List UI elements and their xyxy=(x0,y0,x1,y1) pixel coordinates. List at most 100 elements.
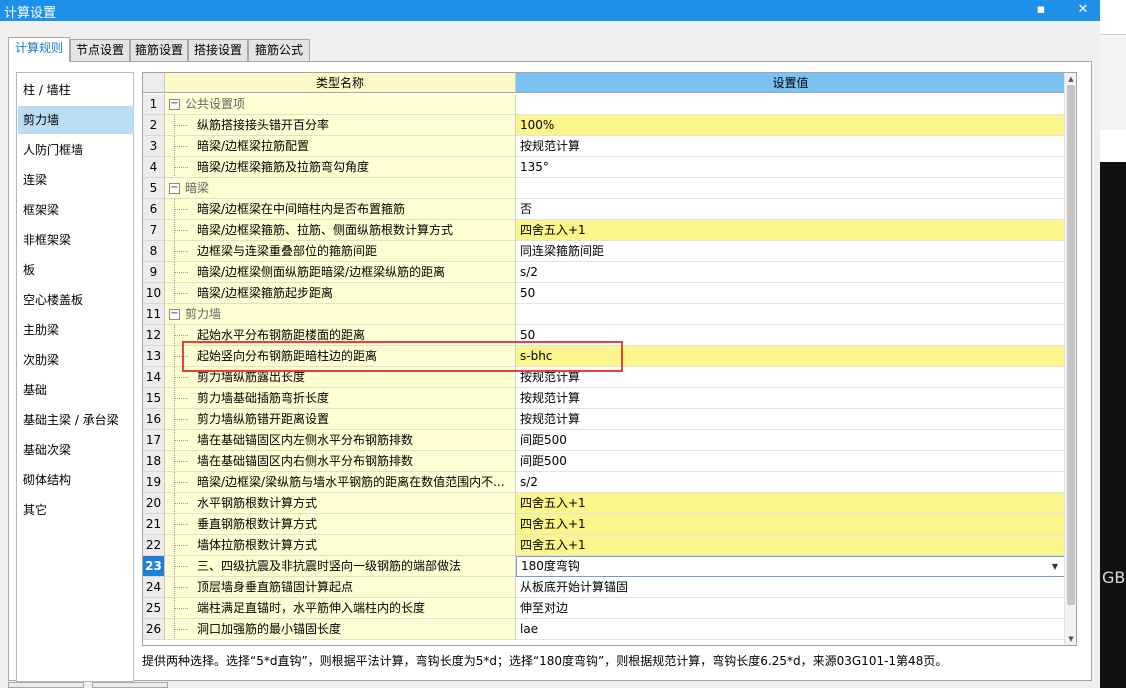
row-number[interactable]: 23 xyxy=(143,556,165,577)
table-row[interactable]: 16 剪力墙纵筋错开距离设置 按规范计算 xyxy=(143,409,1065,430)
category-item[interactable]: 基础 xyxy=(18,376,134,404)
row-number[interactable]: 8 xyxy=(143,241,165,262)
collapse-icon[interactable]: − xyxy=(169,99,180,110)
setting-value-dropdown[interactable]: 180度弯钩 ▼ xyxy=(516,556,1065,577)
table-row[interactable]: 3 暗梁/边框梁拉筋配置 按规范计算 xyxy=(143,136,1065,157)
row-type-name-cell[interactable]: 墙在基础锚固区内左侧水平分布钢筋排数 xyxy=(165,430,516,451)
table-row[interactable]: 17 墙在基础锚固区内左侧水平分布钢筋排数 间距500 xyxy=(143,430,1065,451)
row-number[interactable]: 10 xyxy=(143,283,165,304)
table-row[interactable]: 21 垂直钢筋根数计算方式 四舍五入+1 xyxy=(143,514,1065,535)
table-row[interactable]: 22 墙体拉筋根数计算方式 四舍五入+1 xyxy=(143,535,1065,556)
table-row[interactable]: 19 暗梁/边框梁/梁纵筋与墙水平钢筋的距离在数值范围内不... s/2 xyxy=(143,472,1065,493)
row-type-name-cell[interactable]: − 公共设置项 xyxy=(165,94,516,115)
setting-value-cell[interactable]: 伸至对边 xyxy=(516,598,1065,619)
row-type-name-cell[interactable]: 墙体拉筋根数计算方式 xyxy=(165,535,516,556)
table-row[interactable]: 25 端柱满足直锚时，水平筋伸入端柱内的长度 伸至对边 xyxy=(143,598,1065,619)
row-type-name-cell[interactable]: 剪力墙基础插筋弯折长度 xyxy=(165,388,516,409)
row-number[interactable]: 11 xyxy=(143,304,165,325)
table-row[interactable]: 15 剪力墙基础插筋弯折长度 按规范计算 xyxy=(143,388,1065,409)
row-number[interactable]: 20 xyxy=(143,493,165,514)
setting-value-cell[interactable]: 从板底开始计算锚固 xyxy=(516,577,1065,598)
row-number[interactable]: 15 xyxy=(143,388,165,409)
collapse-icon[interactable]: − xyxy=(169,183,180,194)
row-type-name-cell[interactable]: 剪力墙纵筋错开距离设置 xyxy=(165,409,516,430)
bottom-button[interactable] xyxy=(8,682,84,688)
row-number[interactable]: 16 xyxy=(143,409,165,430)
setting-value-cell[interactable]: 否 xyxy=(516,199,1065,220)
close-icon[interactable]: ✕ xyxy=(1072,0,1094,21)
row-number[interactable]: 21 xyxy=(143,514,165,535)
row-number[interactable]: 9 xyxy=(143,262,165,283)
row-number[interactable]: 26 xyxy=(143,619,165,640)
category-item[interactable]: 柱 / 墙柱 xyxy=(18,76,134,104)
row-number[interactable]: 6 xyxy=(143,199,165,220)
row-type-name-cell[interactable]: 暗梁/边框梁侧面纵筋距暗梁/边框梁纵筋的距离 xyxy=(165,262,516,283)
setting-value-cell[interactable]: s/2 xyxy=(516,262,1065,283)
table-row[interactable]: 20 水平钢筋根数计算方式 四舍五入+1 xyxy=(143,493,1065,514)
collapse-icon[interactable]: − xyxy=(169,309,180,320)
table-row[interactable]: 18 墙在基础锚固区内右侧水平分布钢筋排数 间距500 xyxy=(143,451,1065,472)
category-item[interactable]: 空心楼盖板 xyxy=(18,286,134,314)
setting-value-cell[interactable]: lae xyxy=(516,619,1065,640)
vertical-scrollbar[interactable]: ▲ ▼ xyxy=(1064,73,1076,645)
row-type-name-cell[interactable]: 水平钢筋根数计算方式 xyxy=(165,493,516,514)
category-item[interactable]: 基础次梁 xyxy=(18,436,134,464)
tab-stirrup-settings[interactable]: 箍筋设置 xyxy=(130,39,188,61)
setting-value-cell[interactable]: 按规范计算 xyxy=(516,136,1065,157)
row-type-name-cell[interactable]: − 剪力墙 xyxy=(165,304,516,325)
row-type-name-cell[interactable]: 暗梁/边框梁/梁纵筋与墙水平钢筋的距离在数值范围内不... xyxy=(165,472,516,493)
row-number[interactable]: 25 xyxy=(143,598,165,619)
row-type-name-cell[interactable]: 边框梁与连梁重叠部位的箍筋间距 xyxy=(165,241,516,262)
setting-value-cell[interactable]: 按规范计算 xyxy=(516,409,1065,430)
tab-stirrup-formula[interactable]: 箍筋公式 xyxy=(248,39,310,61)
scroll-up-icon[interactable]: ▲ xyxy=(1065,73,1077,85)
table-row[interactable]: 26 洞口加强筋的最小锚固长度 lae xyxy=(143,619,1065,640)
row-type-name-cell[interactable]: 三、四级抗震及非抗震时竖向一级钢筋的端部做法 xyxy=(165,556,516,577)
row-number[interactable]: 24 xyxy=(143,577,165,598)
tab-calc-rules[interactable]: 计算规则 xyxy=(8,37,70,62)
scroll-thumb[interactable] xyxy=(1067,85,1075,605)
table-row[interactable]: 2 纵筋搭接接头错开百分率 100% xyxy=(143,115,1065,136)
table-row[interactable]: 8 边框梁与连梁重叠部位的箍筋间距 同连梁箍筋间距 xyxy=(143,241,1065,262)
table-row[interactable]: 7 暗梁/边框梁箍筋、拉筋、侧面纵筋根数计算方式 四舍五入+1 xyxy=(143,220,1065,241)
row-type-name-cell[interactable]: 端柱满足直锚时，水平筋伸入端柱内的长度 xyxy=(165,598,516,619)
table-row[interactable]: 10 暗梁/边框梁箍筋起步距离 50 xyxy=(143,283,1065,304)
bottom-button[interactable] xyxy=(92,682,168,688)
category-item[interactable]: 基础主梁 / 承台梁 xyxy=(18,406,134,434)
setting-value-cell[interactable]: 50 xyxy=(516,283,1065,304)
row-number[interactable]: 13 xyxy=(143,346,165,367)
category-item[interactable]: 其它 xyxy=(18,496,134,524)
tab-lap-settings[interactable]: 搭接设置 xyxy=(188,39,248,61)
category-item[interactable]: 板 xyxy=(18,256,134,284)
row-type-name-cell[interactable]: 暗梁/边框梁箍筋、拉筋、侧面纵筋根数计算方式 xyxy=(165,220,516,241)
setting-value-cell[interactable]: 四舍五入+1 xyxy=(516,493,1065,514)
table-row[interactable]: 23 三、四级抗震及非抗震时竖向一级钢筋的端部做法 180度弯钩 ▼ xyxy=(143,556,1065,577)
header-type-name[interactable]: 类型名称 xyxy=(165,73,516,93)
row-type-name-cell[interactable]: 暗梁/边框梁箍筋起步距离 xyxy=(165,283,516,304)
setting-value-cell[interactable]: 100% xyxy=(516,115,1065,136)
row-number[interactable]: 2 xyxy=(143,115,165,136)
setting-value-cell[interactable]: 四舍五入+1 xyxy=(516,220,1065,241)
header-setting-value[interactable]: 设置值 xyxy=(516,73,1065,93)
dropdown-arrow-icon[interactable]: ▼ xyxy=(1052,557,1058,576)
setting-value-cell[interactable]: 同连梁箍筋间距 xyxy=(516,241,1065,262)
row-number[interactable]: 17 xyxy=(143,430,165,451)
category-item[interactable]: 砌体结构 xyxy=(18,466,134,494)
scroll-down-icon[interactable]: ▼ xyxy=(1065,633,1077,645)
setting-value-cell[interactable]: 间距500 xyxy=(516,451,1065,472)
group-row[interactable]: 1− 公共设置项 xyxy=(143,94,1065,115)
row-number[interactable]: 4 xyxy=(143,157,165,178)
row-type-name-cell[interactable]: − 暗梁 xyxy=(165,178,516,199)
row-type-name-cell[interactable]: 暗梁/边框梁拉筋配置 xyxy=(165,136,516,157)
row-type-name-cell[interactable]: 暗梁/边框梁在中间暗柱内是否布置箍筋 xyxy=(165,199,516,220)
setting-value-cell[interactable]: 135° xyxy=(516,157,1065,178)
row-number[interactable]: 22 xyxy=(143,535,165,556)
row-number[interactable]: 18 xyxy=(143,451,165,472)
row-type-name-cell[interactable]: 洞口加强筋的最小锚固长度 xyxy=(165,619,516,640)
setting-value-cell[interactable]: 间距500 xyxy=(516,430,1065,451)
category-item[interactable]: 连梁 xyxy=(18,166,134,194)
category-item[interactable]: 非框架梁 xyxy=(18,226,134,254)
setting-value-cell[interactable]: 四舍五入+1 xyxy=(516,514,1065,535)
tab-node-settings[interactable]: 节点设置 xyxy=(70,39,130,61)
row-number[interactable]: 7 xyxy=(143,220,165,241)
